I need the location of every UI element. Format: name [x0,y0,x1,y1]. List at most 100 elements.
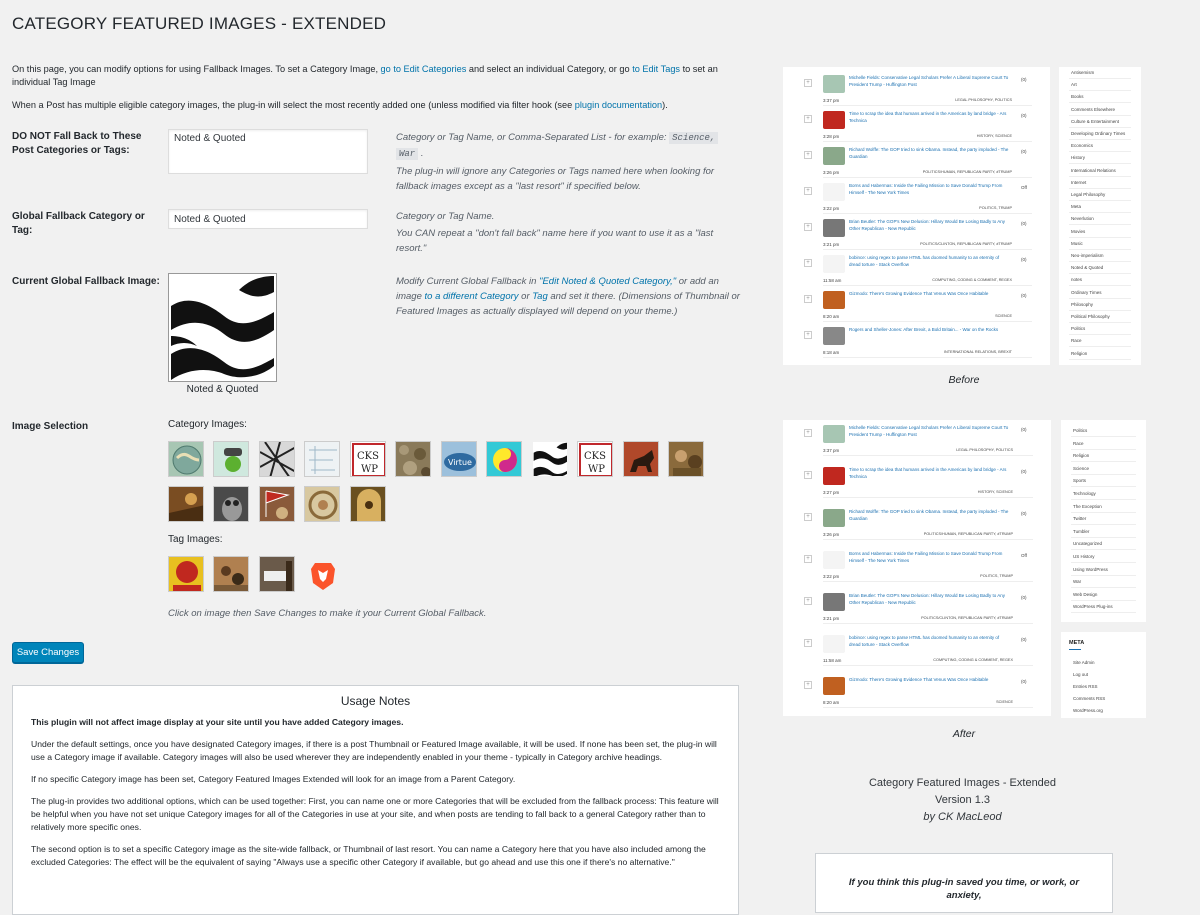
post-divider [823,539,1033,540]
category-image-thumb[interactable] [395,441,431,477]
tag-image-thumb[interactable] [304,556,340,592]
plugin-name: Category Featured Images - Extended [868,777,1057,789]
category-divider [1069,224,1131,226]
post-title: Gizmodo: There's Growing Evidence That V… [849,677,989,682]
post-divider [823,105,1032,106]
category-image-thumb[interactable]: Virtue [441,441,477,477]
post-time: 11:58 am [823,658,842,663]
category-link: Meta [1071,204,1082,210]
desc-text: You CAN repeat a "don't fall back" name … [396,228,714,254]
comment-count: (0) [1021,595,1027,600]
category-link: Music [1071,240,1083,246]
meta-link: Log out [1073,672,1089,677]
image-selection-hint: Click on image then Save Changes to make… [168,608,487,619]
category-link: Legal Philosophy [1071,192,1106,197]
category-image-thumb[interactable]: CKS WP [577,441,613,477]
post-title: Michelle Fields: Conservative Legal Scho… [849,425,1009,437]
svg-text:CKS: CKS [584,451,606,462]
category-link: Ordinary Times [1071,289,1102,295]
category-image-thumb[interactable] [350,486,386,522]
save-changes-button[interactable]: Save Changes [12,642,84,663]
exclude-categories-textarea[interactable]: Noted & Quoted [168,129,368,174]
tag-image-thumb[interactable] [213,556,249,592]
edit-category-link[interactable]: "Edit Noted & Quoted Category," [539,276,676,287]
post-title: Borns and Habermas: Inside the Failing M… [849,183,1003,195]
expand-toggle-icon: + [804,597,812,605]
svg-text:WP: WP [361,464,378,475]
post-time: 8:20 am [823,700,840,705]
category-divider [1069,90,1131,92]
category-divider [1071,448,1136,450]
category-divider [1069,261,1131,262]
comment-count: (0) [1021,221,1027,226]
category-divider [1069,139,1131,140]
usage-note-paragraph: The plug-in provides two additional opti… [31,796,719,832]
usage-notes-title: Usage Notes [340,694,411,708]
edit-categories-link[interactable]: go to Edit Categories [381,64,467,74]
post-title: Rogers and Sheller-Jones: After Brexit, … [849,327,999,332]
tag-image-thumb[interactable] [168,556,204,592]
expand-toggle-icon: + [804,513,812,521]
category-image-thumb[interactable] [168,486,204,522]
comment-count: (0) [1021,77,1027,82]
usage-notes-panel: Usage Notes This plugin will not affect … [12,685,739,915]
post-thumbnail [823,635,845,653]
post-categories: COMPUTING, CODING & COMMENT, REGEX [932,278,1012,282]
expand-toggle-icon: + [804,259,812,267]
global-fallback-input[interactable] [168,209,368,229]
category-image-thumb[interactable] [168,441,204,477]
category-image-thumb[interactable] [259,486,295,522]
post-time: 8:20 am [823,314,840,319]
category-link: Movies [1071,228,1086,234]
different-category-link[interactable]: to a different Category [425,291,519,302]
intro-text: When a Post has multiple eligible catego… [12,100,575,110]
category-divider [1071,599,1136,601]
category-divider [1071,511,1136,513]
category-image-thumb[interactable] [486,441,522,477]
category-link: Twitter [1073,516,1087,522]
plugin-documentation-link[interactable]: plugin documentation [575,100,662,110]
comment-count: (0) [1021,469,1027,474]
category-divider [1071,574,1136,576]
expand-toggle-icon: + [804,223,812,231]
desc-text: Category or Tag Name, or Comma-Separated… [396,132,670,143]
current-fallback-image [168,273,277,382]
after-caption: After [952,728,976,740]
svg-text:Virtue: Virtue [448,458,472,467]
category-image-thumb[interactable] [668,441,704,477]
category-link: WordPress Plug-ins [1073,604,1113,610]
category-image-thumb[interactable] [213,486,249,522]
before-post-feed: + Michelle Fields: Conservative Legal Sch… [783,67,1050,365]
wave-logo-thumb [533,442,567,476]
category-link: Race [1071,338,1082,344]
category-image-thumb[interactable]: CKS WP [350,441,386,477]
desc-text: Modify Current Global Fallback in [396,276,540,287]
owl-thumb [214,487,248,521]
street-sign-thumb [260,557,294,591]
category-link: War [1073,579,1082,585]
post-thumbnail [823,327,845,345]
category-divider [1071,499,1136,500]
comment-count: (0) [1021,637,1027,642]
category-image-thumb[interactable] [213,441,249,477]
donate-text: If you think this plug-in saved you time… [848,877,1080,901]
category-images-heading: Category Images: [168,419,247,430]
post-divider [823,357,1032,358]
category-image-thumb[interactable] [304,486,340,522]
category-divider [1069,163,1131,165]
tag-link[interactable]: Tag [532,291,548,302]
category-image-thumb[interactable] [623,441,659,477]
post-title: bobince: using regex to parse HTML has d… [849,635,1000,647]
edit-tags-link[interactable]: to Edit Tags [632,64,680,74]
comment-count: (0) [1021,427,1027,432]
category-image-thumb[interactable] [532,441,568,477]
post-categories: LEGAL PHILOSOPHY, POLITICS [955,98,1012,102]
category-image-thumb[interactable] [259,441,295,477]
tag-image-thumb[interactable] [259,556,295,592]
category-link: Race [1073,440,1084,446]
category-image-thumb[interactable] [304,441,340,477]
post-time: 3:37 pm [823,98,840,103]
intro-text: On this page, you can modify options for… [12,64,381,74]
current-fallback-label: Current Global Fallback Image: [12,276,160,287]
globe-map-thumb [169,442,203,476]
